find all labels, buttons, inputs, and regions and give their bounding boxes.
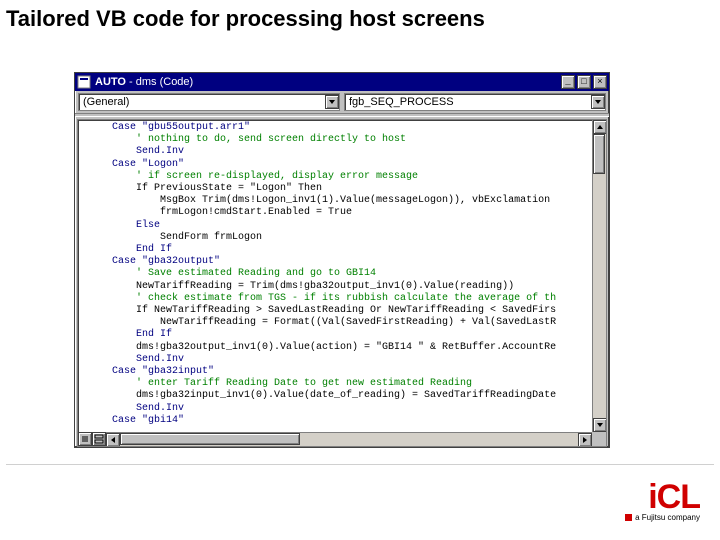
code-line[interactable]: Case "gba32output"	[112, 256, 220, 267]
procedure-dropdown-value: fgb_SEQ_PROCESS	[349, 96, 454, 108]
code-line[interactable]: dms!gba32output_inv1(0).Value(action) = …	[112, 342, 556, 353]
full-module-view-button[interactable]	[92, 432, 106, 446]
code-line[interactable]: Case "gbu55output.arr1"	[112, 122, 250, 133]
code-line[interactable]: Send.Inv	[112, 146, 184, 157]
code-line[interactable]: ' Save estimated Reading and go to GBI14	[112, 268, 376, 279]
procedure-dropdown[interactable]: fgb_SEQ_PROCESS	[344, 93, 606, 111]
object-dropdown-value: (General)	[83, 96, 129, 108]
code-line[interactable]: ' if screen re-displayed, display error …	[112, 171, 418, 182]
chevron-down-icon	[591, 95, 605, 109]
scroll-left-button[interactable]	[106, 433, 120, 447]
vertical-scrollbar[interactable]	[592, 120, 606, 432]
code-line[interactable]: NewTariffReading = Format((Val(SavedFirs…	[112, 317, 556, 328]
code-line[interactable]: frmLogon!cmdStart.Enabled = True	[112, 207, 352, 218]
code-line[interactable]: End If	[112, 244, 172, 255]
brand-logo: iCL a Fujitsu company	[625, 484, 700, 522]
titlebar[interactable]: AUTO - dms (Code) _ □ ×	[75, 73, 609, 91]
code-line[interactable]: SendForm frmLogon	[112, 232, 262, 243]
scrollbar-corner	[592, 432, 606, 446]
footer-divider	[6, 464, 714, 465]
code-line[interactable]: Send.Inv	[112, 354, 184, 365]
horizontal-scrollbar[interactable]	[106, 432, 592, 446]
page-title: Tailored VB code for processing host scr…	[0, 0, 720, 44]
maximize-button[interactable]: □	[577, 75, 591, 89]
procedure-view-button[interactable]	[78, 432, 92, 446]
code-selectors: (General) fgb_SEQ_PROCESS	[75, 91, 609, 113]
code-line[interactable]: Case "gbi14"	[112, 415, 184, 426]
horizontal-thumb[interactable]	[120, 433, 300, 445]
scroll-up-button[interactable]	[593, 120, 607, 134]
code-line[interactable]: ' enter Tariff Reading Date to get new e…	[112, 378, 472, 389]
code-line[interactable]: End If	[112, 329, 172, 340]
code-line[interactable]: Case "gba32input"	[112, 366, 214, 377]
scroll-right-button[interactable]	[578, 433, 592, 447]
minimize-button[interactable]: _	[561, 75, 575, 89]
view-mode-buttons	[78, 432, 106, 446]
code-editor[interactable]: Case "gbu55output.arr1" ' nothing to do,…	[78, 120, 592, 432]
vertical-thumb[interactable]	[593, 134, 605, 174]
code-line[interactable]: Send.Inv	[112, 403, 184, 414]
code-line[interactable]: NewTariffReading = Trim(dms!gba32output_…	[112, 281, 514, 292]
code-line[interactable]: dms!gba32input_inv1(0).Value(date_of_rea…	[112, 390, 556, 401]
logo-tagline: a Fujitsu company	[625, 513, 700, 522]
code-line[interactable]: If NewTariffReading > SavedLastReading O…	[112, 305, 556, 316]
window-icon	[77, 75, 91, 89]
code-window: AUTO - dms (Code) _ □ × (General) fgb_SE…	[74, 72, 610, 448]
code-line[interactable]: Case "Logon"	[112, 159, 184, 170]
window-title: AUTO - dms (Code)	[95, 76, 559, 88]
code-pane: Case "gbu55output.arr1" ' nothing to do,…	[77, 119, 607, 447]
object-dropdown[interactable]: (General)	[78, 93, 340, 111]
logo-text: iCL	[625, 484, 700, 511]
chevron-down-icon	[325, 95, 339, 109]
code-line[interactable]: If PreviousState = "Logon" Then	[112, 183, 322, 194]
code-line[interactable]: Else	[112, 220, 160, 231]
scroll-down-button[interactable]	[593, 418, 607, 432]
logo-square-icon	[625, 514, 632, 521]
splitter-bar[interactable]	[75, 113, 609, 117]
close-button[interactable]: ×	[593, 75, 607, 89]
code-line[interactable]: ' check estimate from TGS - if its rubbi…	[112, 293, 556, 304]
code-line[interactable]: ' nothing to do, send screen directly to…	[112, 134, 406, 145]
code-line[interactable]: MsgBox Trim(dms!Logon_inv1(1).Value(mess…	[112, 195, 550, 206]
